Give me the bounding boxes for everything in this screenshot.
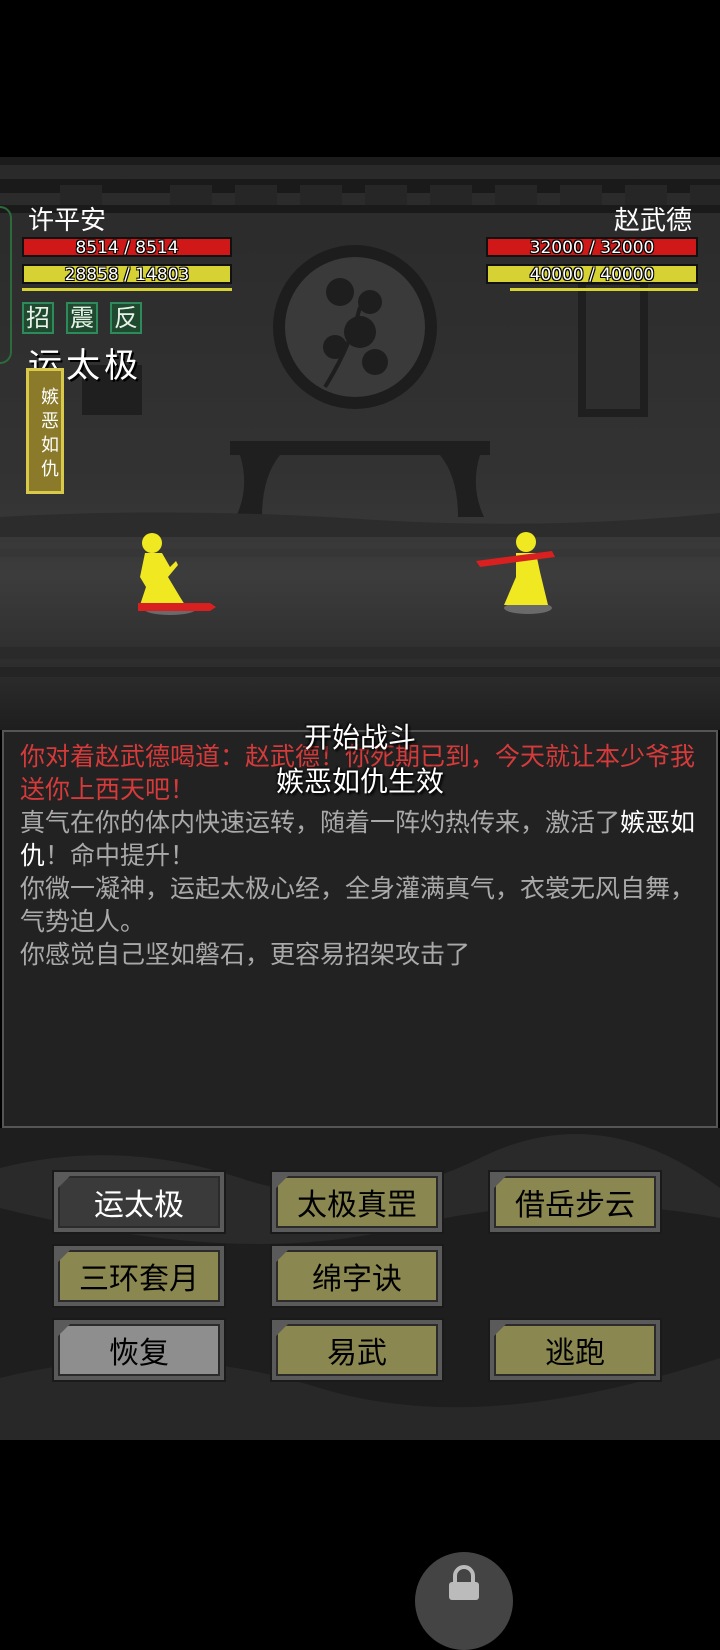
action-mianzi-jue-button[interactable]: 绵字诀 (270, 1244, 444, 1308)
action-yun-taiji-button[interactable]: 运太极 (52, 1170, 226, 1234)
log-line-4: 你感觉自己坚如磐石，更容易招架攻击了 (20, 940, 471, 969)
lock-icon (449, 1565, 479, 1600)
action-label: 易武 (276, 1324, 438, 1376)
action-label: 借岳步云 (494, 1176, 656, 1228)
enemy-figure (476, 532, 555, 614)
enemy-mp-text: 40000 / 40000 (529, 265, 655, 284)
log-line-2-a: 真气在你的体内快速运转，随着一阵灼热传来，激活了 (20, 808, 621, 837)
player-mp-bar: 28858 / 14803 (22, 264, 232, 284)
buff-scroll[interactable]: 嫉恶如仇 (26, 368, 64, 494)
floating-text-buff-effect: 嫉恶如仇生效 (275, 765, 444, 798)
player-figure (138, 533, 216, 615)
action-label: 太极真罡 (276, 1176, 438, 1228)
player-hp-bar: 8514 / 8514 (22, 237, 232, 257)
action-switch-weapon-button[interactable]: 易武 (270, 1318, 444, 1382)
status-tag-zhao[interactable]: 招 (22, 302, 54, 334)
player-mp-text: 28858 / 14803 (64, 265, 190, 284)
enemy-underline (510, 288, 698, 291)
action-label: 运太极 (58, 1176, 220, 1228)
enemy-hp-bar: 32000 / 32000 (486, 237, 698, 257)
enemy-mp-bar: 40000 / 40000 (486, 264, 698, 284)
log-line-3: 你微一凝神，运起太极心经，全身灌满真气，衣裳无风自舞，气势迫人。 (20, 874, 696, 936)
action-label: 三环套月 (58, 1250, 220, 1302)
enemy-hp-text: 32000 / 32000 (529, 238, 655, 257)
action-sanhuan-taoyue-button[interactable]: 三环套月 (52, 1244, 226, 1308)
action-panel: 运太极 太极真罡 借岳步云 三环套月 绵字诀 恢复 易武 逃跑 (0, 1128, 720, 1440)
left-panel-edge (0, 206, 12, 364)
action-jieyue-buyun-button[interactable]: 借岳步云 (488, 1170, 662, 1234)
action-label: 逃跑 (494, 1324, 656, 1376)
status-tag-fan[interactable]: 反 (110, 302, 142, 334)
action-flee-button[interactable]: 逃跑 (488, 1318, 662, 1382)
action-taiji-zhengang-button[interactable]: 太极真罡 (270, 1170, 444, 1234)
player-hp-text: 8514 / 8514 (75, 238, 179, 257)
action-recover-button[interactable]: 恢复 (52, 1318, 226, 1382)
action-label: 绵字诀 (276, 1250, 438, 1302)
player-underline (22, 288, 232, 291)
player-name: 许平安 (28, 206, 107, 236)
log-line-2-b: ！命中提升！ (45, 841, 196, 870)
lock-button[interactable] (415, 1552, 513, 1650)
status-tag-zhen[interactable]: 震 (66, 302, 98, 334)
log-line-2: 真气在你的体内快速运转，随着一阵灼热传来，激活了嫉恶如仇！命中提升！ (20, 806, 702, 872)
action-label: 恢复 (58, 1324, 220, 1376)
enemy-name: 赵武德 (613, 206, 692, 236)
floating-text-battle-start: 开始战斗 (303, 721, 416, 754)
